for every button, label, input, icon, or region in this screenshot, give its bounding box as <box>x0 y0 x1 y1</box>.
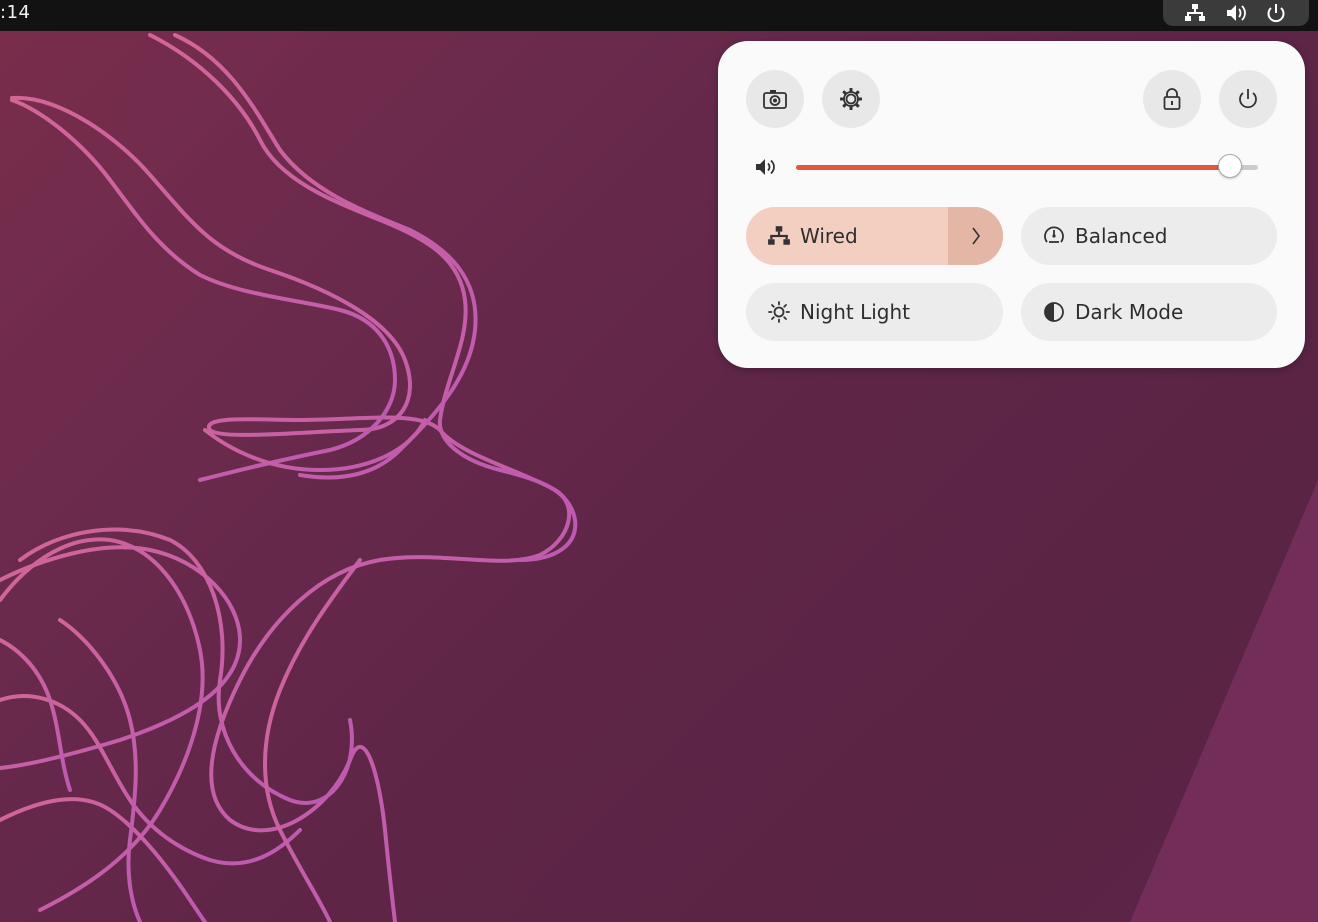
volume-slider-fill <box>796 165 1231 170</box>
lock-button[interactable] <box>1143 70 1201 128</box>
chevron-right-icon <box>971 227 980 245</box>
screenshot-button[interactable] <box>746 70 804 128</box>
dark-mode-icon <box>1041 299 1067 325</box>
dark-mode-toggle-label: Dark Mode <box>1075 300 1184 324</box>
settings-button[interactable] <box>822 70 880 128</box>
gear-icon <box>840 88 862 110</box>
volume-icon <box>1225 3 1247 23</box>
night-light-toggle[interactable]: Night Light <box>746 283 1003 341</box>
top-bar: :14 <box>0 0 1318 31</box>
volume-icon[interactable] <box>754 156 778 178</box>
power-off-button[interactable] <box>1219 70 1277 128</box>
wired-toggle-label: Wired <box>800 224 858 248</box>
camera-icon <box>763 90 787 109</box>
power-icon <box>1239 89 1257 109</box>
balanced-toggle[interactable]: Balanced <box>1021 207 1277 265</box>
night-light-toggle-label: Night Light <box>800 300 910 324</box>
volume-slider[interactable] <box>796 154 1258 178</box>
system-tray[interactable] <box>1163 0 1309 26</box>
power-icon <box>1265 3 1287 23</box>
night-light-icon <box>766 299 792 325</box>
network-wired-icon <box>1184 3 1206 23</box>
lock-icon <box>1163 88 1181 110</box>
network-wired-icon <box>766 223 792 249</box>
desktop: :14 Wired Balanced Night Light Dark Mode <box>0 0 1318 922</box>
clock[interactable]: :14 <box>0 2 30 23</box>
dark-mode-toggle[interactable]: Dark Mode <box>1021 283 1277 341</box>
power-profile-icon <box>1041 223 1067 249</box>
wired-toggle[interactable]: Wired <box>746 207 1003 265</box>
balanced-toggle-label: Balanced <box>1075 224 1168 248</box>
